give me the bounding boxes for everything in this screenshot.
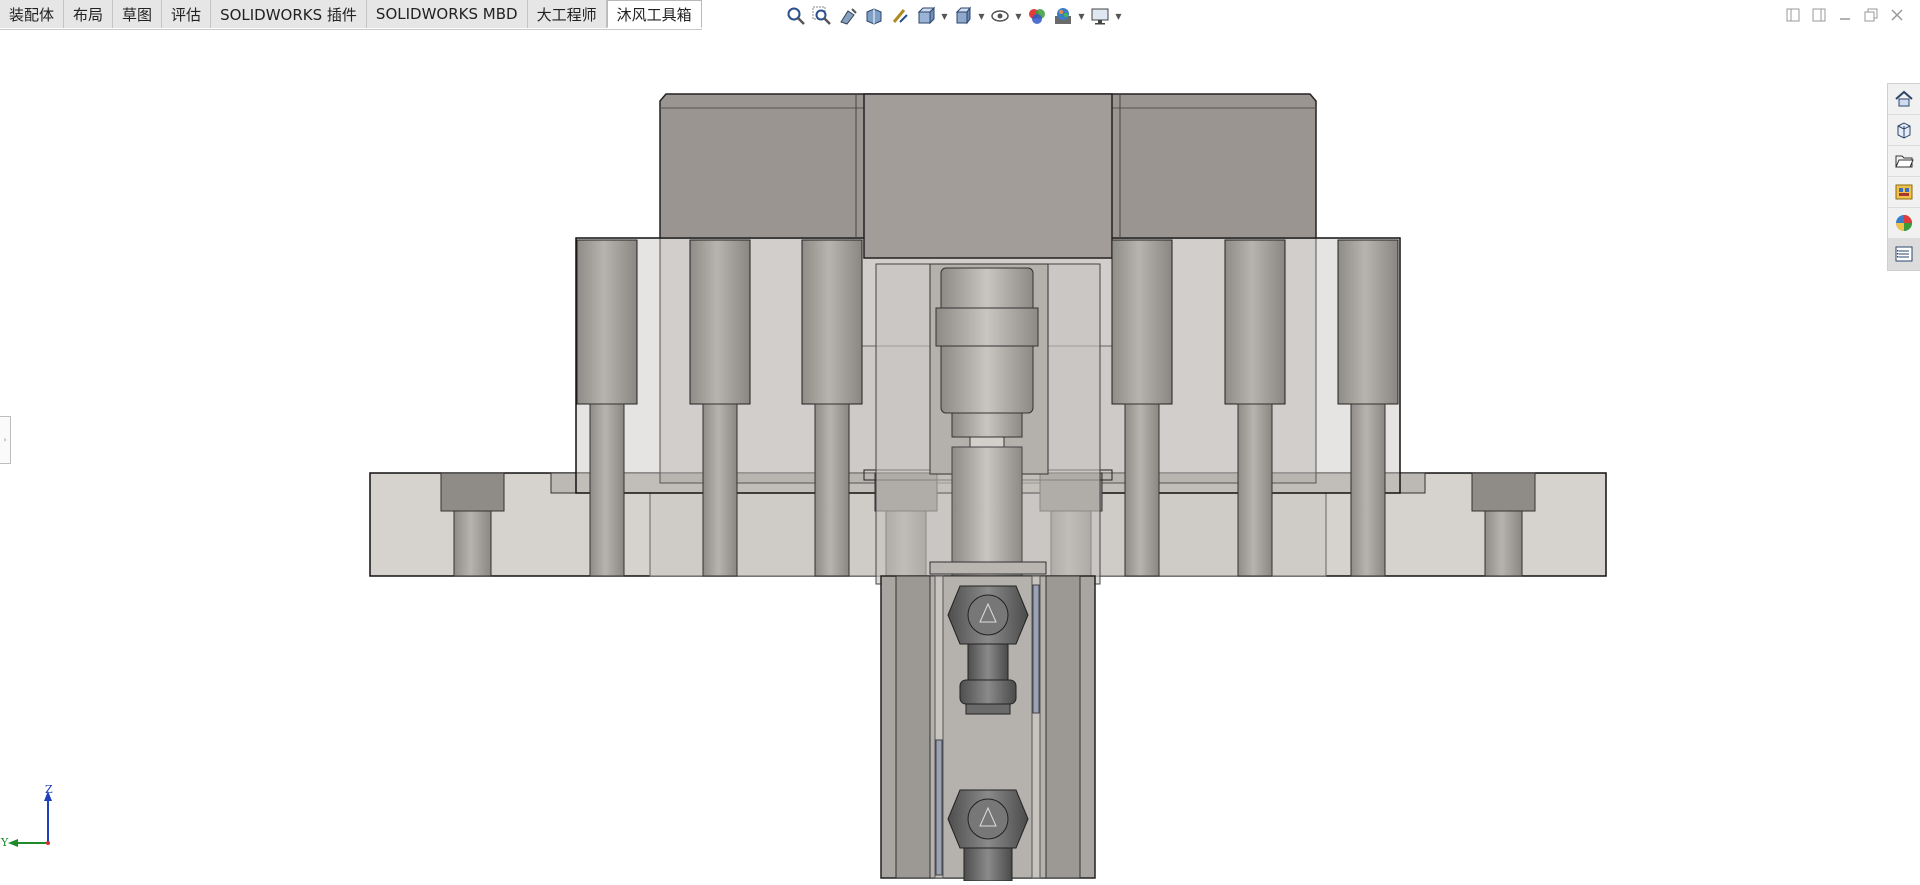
reference-triad: Z Y xyxy=(0,783,60,855)
minimize-icon[interactable] xyxy=(1836,6,1854,24)
tile-right-icon[interactable] xyxy=(1810,6,1828,24)
chevron-down-icon[interactable]: ▼ xyxy=(1014,5,1023,27)
tab-solidworks-addins[interactable]: SOLIDWORKS 插件 xyxy=(211,0,367,28)
tab-assembly[interactable]: 装配体 xyxy=(0,0,65,28)
view-orientation-icon[interactable] xyxy=(914,5,938,27)
y-axis-label: Y xyxy=(1,836,9,849)
heads-up-view-toolbar: ▼ ▼ ▼ ▼ ▼ xyxy=(784,4,1123,28)
tab-mufeng-toolbox[interactable]: 沐风工具箱 xyxy=(606,0,702,28)
document-window-controls xyxy=(1784,6,1906,24)
previous-view-icon[interactable] xyxy=(836,5,860,27)
close-icon[interactable] xyxy=(1888,6,1906,24)
zoom-to-area-icon[interactable] xyxy=(810,5,834,27)
chevron-down-icon[interactable]: ▼ xyxy=(1077,5,1086,27)
hide-show-items-icon[interactable] xyxy=(988,5,1012,27)
tab-sketch[interactable]: 草图 xyxy=(113,0,163,28)
tab-big-engineer[interactable]: 大工程师 xyxy=(527,0,607,28)
view-settings-icon[interactable] xyxy=(1088,5,1112,27)
tab-layout[interactable]: 布局 xyxy=(64,0,114,28)
edit-appearance-icon[interactable] xyxy=(1025,5,1049,27)
chevron-down-icon[interactable]: ▼ xyxy=(940,5,949,27)
tab-solidworks-mbd[interactable]: SOLIDWORKS MBD xyxy=(366,0,528,28)
chevron-down-icon[interactable]: ▼ xyxy=(1114,5,1123,27)
center-spindle xyxy=(875,263,1101,585)
command-manager-tabs: 装配体 布局 草图 评估 SOLIDWORKS 插件 SOLIDWORKS MB… xyxy=(0,0,702,30)
graphics-area[interactable]: Z Y xyxy=(0,30,1920,882)
display-style-icon[interactable] xyxy=(951,5,975,27)
tile-left-icon[interactable] xyxy=(1784,6,1802,24)
restore-icon[interactable] xyxy=(1862,6,1880,24)
dynamic-annotation-icon[interactable] xyxy=(888,5,912,27)
section-view-icon[interactable] xyxy=(862,5,886,27)
chevron-down-icon[interactable]: ▼ xyxy=(977,5,986,27)
top-block xyxy=(659,93,1317,259)
z-axis-label: Z xyxy=(45,783,53,796)
zoom-to-fit-icon[interactable] xyxy=(784,5,808,27)
tab-evaluate[interactable]: 评估 xyxy=(162,0,212,28)
apply-scene-icon[interactable] xyxy=(1051,5,1075,27)
assembly-model-view xyxy=(369,93,1607,882)
